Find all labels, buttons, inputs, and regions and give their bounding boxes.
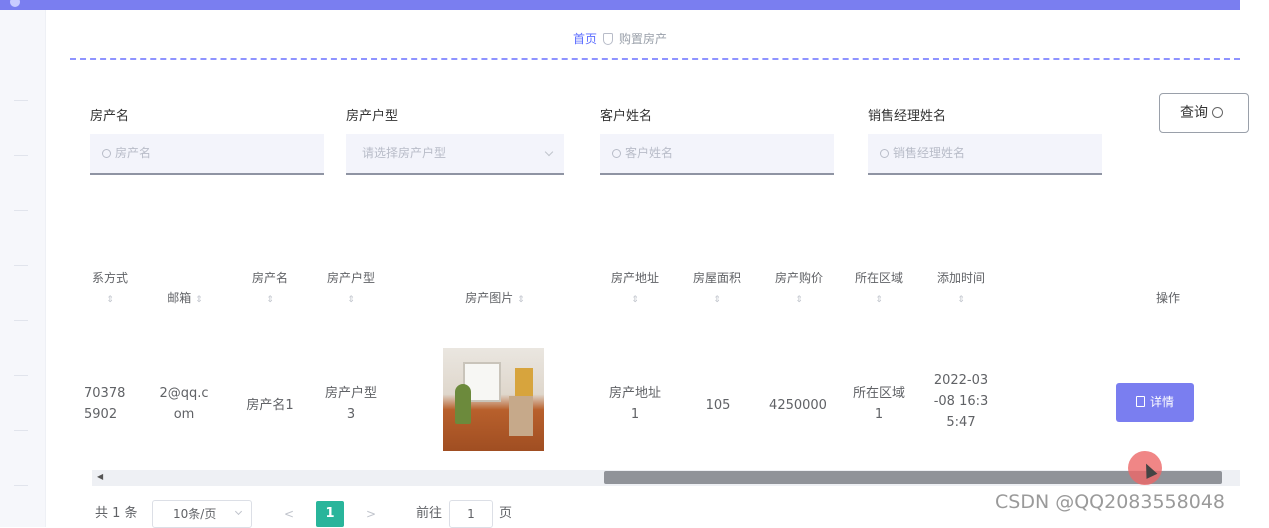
search-icon <box>880 149 889 158</box>
next-page-button[interactable]: > <box>358 501 384 527</box>
search-icon <box>612 149 621 158</box>
breadcrumb-current: 购置房产 <box>619 32 668 46</box>
breadcrumb-home[interactable]: 首页 <box>573 32 597 46</box>
page-number-current[interactable]: 1 <box>316 501 344 527</box>
house-name-input[interactable]: 房产名 <box>90 134 324 175</box>
sort-icon[interactable]: ⇕ <box>266 290 274 310</box>
prev-page-button[interactable]: < <box>276 501 302 527</box>
page-size-select[interactable]: 10条/页 <box>152 500 252 528</box>
sort-icon[interactable]: ⇕ <box>195 290 203 310</box>
pagination-total: 共 1 条 <box>95 506 138 521</box>
column-header-address[interactable]: 房产地址 ⇕ <box>602 268 668 310</box>
manager-name-input[interactable]: 销售经理姓名 <box>868 134 1102 175</box>
watermark: CSDN @QQ2083558048 <box>995 491 1226 513</box>
filter-label-house-type: 房产户型 <box>346 109 399 124</box>
chevron-down-icon <box>234 507 243 516</box>
sort-icon[interactable]: ⇕ <box>631 290 639 310</box>
column-header-region[interactable]: 所在区域 ⇕ <box>846 268 912 310</box>
cell-address: 房产地址 1 <box>608 386 661 422</box>
search-icon <box>102 149 111 158</box>
app-logo-icon <box>10 0 20 7</box>
scroll-left-arrow-icon[interactable]: ◀ <box>97 472 103 481</box>
cell-area: 105 <box>705 398 731 413</box>
chevron-down-icon <box>544 147 554 157</box>
document-icon <box>1135 396 1145 407</box>
sort-icon[interactable]: ⇕ <box>795 290 803 310</box>
filter-label-house-name: 房产名 <box>90 109 130 124</box>
sidebar <box>0 10 46 527</box>
cell-house-type: 房产户型 3 <box>324 386 377 422</box>
section-divider <box>70 58 1240 60</box>
column-header-price[interactable]: 房产购价 ⇕ <box>766 268 832 310</box>
customer-name-input[interactable]: 客户姓名 <box>600 134 834 175</box>
sort-icon[interactable]: ⇕ <box>106 290 114 310</box>
sort-icon[interactable]: ⇕ <box>875 290 883 310</box>
column-header-area[interactable]: 房屋面积 ⇕ <box>684 268 750 310</box>
column-header-added-time[interactable]: 添加时间 ⇕ <box>928 268 994 310</box>
query-button[interactable]: 查询 <box>1159 93 1249 133</box>
cell-phone: 70378 5902 <box>84 386 126 422</box>
cell-price: 4250000 <box>769 398 827 413</box>
cell-region: 所在区域 1 <box>852 386 905 422</box>
house-type-select[interactable]: 请选择房产户型 <box>346 134 564 175</box>
page-unit-label: 页 <box>499 506 513 521</box>
column-header-house-type[interactable]: 房产户型 ⇕ <box>318 268 384 310</box>
breadcrumb: 首页 购置房产 <box>0 30 1240 47</box>
sort-icon[interactable]: ⇕ <box>957 290 965 310</box>
goto-label: 前往 <box>416 506 443 521</box>
sort-icon[interactable]: ⇕ <box>517 290 525 310</box>
house-photo <box>443 348 544 451</box>
filter-label-manager-name: 销售经理姓名 <box>868 109 947 124</box>
column-header-phone[interactable]: 系方式 ⇕ <box>90 268 130 310</box>
detail-button[interactable]: 详情 <box>1116 383 1194 422</box>
column-header-house-photo[interactable]: 房产图片 ⇕ <box>450 288 540 310</box>
cell-house-name: 房产名1 <box>246 398 294 413</box>
sort-icon[interactable]: ⇕ <box>347 290 355 310</box>
filter-label-customer-name: 客户姓名 <box>600 109 653 124</box>
goto-page-input[interactable]: 1 <box>449 500 493 528</box>
top-bar <box>0 0 1240 10</box>
search-icon <box>1212 107 1223 118</box>
column-header-house-name[interactable]: 房产名 ⇕ <box>242 268 298 310</box>
column-header-actions: 操作 <box>1155 291 1180 305</box>
breadcrumb-separator-icon <box>603 33 613 45</box>
sort-icon[interactable]: ⇕ <box>713 290 721 310</box>
cell-added-time: 2022-03 -08 16:3 5:47 <box>933 373 989 430</box>
cell-email: 2@qq.c om <box>159 386 209 422</box>
column-header-email[interactable]: 邮箱 ⇕ <box>160 288 210 310</box>
